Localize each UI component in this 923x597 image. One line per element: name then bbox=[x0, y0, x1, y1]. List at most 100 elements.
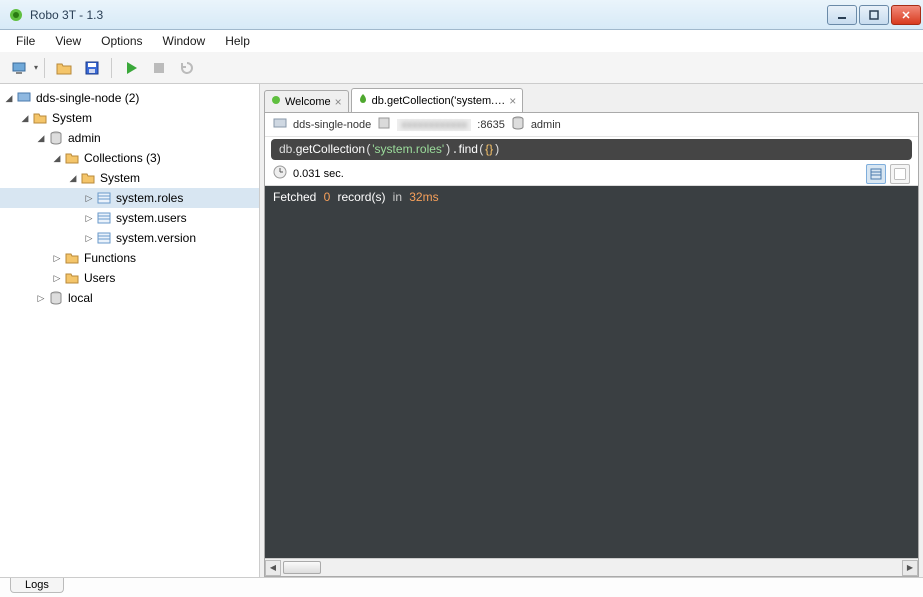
leaf-icon bbox=[271, 95, 281, 108]
app-icon bbox=[8, 7, 24, 23]
tree-label: Users bbox=[84, 271, 115, 285]
tab-welcome[interactable]: Welcome × bbox=[264, 90, 349, 112]
query-text: getCollection bbox=[296, 142, 365, 156]
close-button[interactable] bbox=[891, 5, 921, 25]
twisty-icon[interactable]: ◢ bbox=[20, 113, 30, 124]
tab-label: Welcome bbox=[285, 96, 331, 108]
database-icon bbox=[48, 130, 64, 146]
title-bar: Robo 3T - 1.3 bbox=[0, 0, 923, 30]
tab-label: db.getCollection('system.… bbox=[372, 95, 506, 107]
tab-close-icon[interactable]: × bbox=[335, 95, 342, 109]
tree-label: system.roles bbox=[116, 191, 183, 205]
maximize-button[interactable] bbox=[859, 5, 889, 25]
run-button[interactable] bbox=[118, 55, 144, 81]
twisty-icon[interactable]: ▷ bbox=[84, 193, 94, 204]
scroll-track[interactable] bbox=[281, 560, 902, 576]
twisty-icon[interactable]: ▷ bbox=[52, 273, 62, 284]
tree-connection[interactable]: ◢ dds-single-node (2) bbox=[0, 88, 259, 108]
tree-system-folder[interactable]: ◢ System bbox=[0, 108, 259, 128]
twisty-icon[interactable]: ▷ bbox=[84, 213, 94, 224]
twisty-icon[interactable]: ▷ bbox=[84, 233, 94, 244]
tree-collections[interactable]: ◢ Collections (3) bbox=[0, 148, 259, 168]
editor-tabs: Welcome × db.getCollection('system.… × bbox=[264, 88, 919, 112]
menu-help[interactable]: Help bbox=[215, 32, 260, 50]
menu-view[interactable]: View bbox=[45, 32, 91, 50]
folder-icon bbox=[32, 110, 48, 126]
tree-label: System bbox=[100, 171, 140, 185]
stop-button[interactable] bbox=[146, 55, 172, 81]
db-label: admin bbox=[531, 119, 561, 131]
collection-icon bbox=[96, 230, 112, 246]
server-icon bbox=[377, 116, 391, 133]
result-text: in bbox=[393, 190, 402, 204]
tree-label: local bbox=[68, 291, 93, 305]
tree-collection-roles[interactable]: ▷ system.roles bbox=[0, 188, 259, 208]
menu-bar: File View Options Window Help bbox=[0, 30, 923, 52]
tree-collection-version[interactable]: ▷ system.version bbox=[0, 228, 259, 248]
result-status-bar: 0.031 sec. bbox=[265, 162, 918, 186]
tree-system-subfolder[interactable]: ◢ System bbox=[0, 168, 259, 188]
connection-info-bar: dds-single-node xxxxxxxxxxxx :8635 admin bbox=[265, 113, 918, 137]
tree-label: Collections (3) bbox=[84, 151, 161, 165]
view-text-button[interactable] bbox=[890, 164, 910, 184]
tree-users[interactable]: ▷ Users bbox=[0, 268, 259, 288]
tab-query[interactable]: db.getCollection('system.… × bbox=[351, 88, 524, 112]
minimize-button[interactable] bbox=[827, 5, 857, 25]
tree-database-admin[interactable]: ◢ admin bbox=[0, 128, 259, 148]
query-text: find bbox=[459, 142, 478, 156]
query-text: db. bbox=[279, 142, 296, 156]
tab-close-icon[interactable]: × bbox=[509, 94, 516, 108]
bottom-panel-tabs: Logs bbox=[0, 577, 923, 597]
tree-label: System bbox=[52, 111, 92, 125]
execution-time: 0.031 sec. bbox=[293, 168, 344, 180]
address-blurred: xxxxxxxxxxxx bbox=[397, 119, 471, 131]
folder-icon bbox=[64, 150, 80, 166]
logs-tab[interactable]: Logs bbox=[10, 578, 64, 593]
host-icon bbox=[273, 116, 287, 133]
result-text: 0 bbox=[324, 190, 331, 204]
port-label: :8635 bbox=[477, 119, 505, 131]
collection-icon bbox=[96, 210, 112, 226]
tree-database-local[interactable]: ▷ local bbox=[0, 288, 259, 308]
clock-icon bbox=[273, 165, 287, 182]
database-icon bbox=[48, 290, 64, 306]
twisty-icon[interactable]: ◢ bbox=[52, 153, 62, 164]
connection-tree[interactable]: ◢ dds-single-node (2) ◢ System ◢ admin ◢… bbox=[0, 84, 260, 577]
menu-window[interactable]: Window bbox=[153, 32, 216, 50]
twisty-icon[interactable]: ▷ bbox=[52, 253, 62, 264]
server-icon bbox=[16, 90, 32, 106]
tree-label: system.version bbox=[116, 231, 196, 245]
result-text: record(s) bbox=[337, 190, 385, 204]
tree-label: system.users bbox=[116, 211, 187, 225]
twisty-icon[interactable]: ▷ bbox=[36, 293, 46, 304]
scroll-right-icon[interactable]: ▶ bbox=[902, 560, 918, 576]
twisty-icon[interactable]: ◢ bbox=[4, 93, 14, 104]
result-pane[interactable]: Fetched 0 record(s) in 32ms bbox=[265, 186, 918, 558]
leaf-icon bbox=[358, 94, 368, 107]
scroll-thumb[interactable] bbox=[283, 561, 321, 574]
save-button[interactable] bbox=[79, 55, 105, 81]
horizontal-scrollbar[interactable]: ◀ ▶ bbox=[265, 558, 918, 576]
rotate-button[interactable] bbox=[174, 55, 200, 81]
query-text: {} bbox=[485, 142, 493, 156]
folder-icon bbox=[64, 250, 80, 266]
twisty-icon[interactable]: ◢ bbox=[36, 133, 46, 144]
query-text: 'system.roles' bbox=[372, 142, 444, 156]
tree-collection-users[interactable]: ▷ system.users bbox=[0, 208, 259, 228]
folder-icon bbox=[80, 170, 96, 186]
host-label: dds-single-node bbox=[293, 119, 371, 131]
result-text: 32ms bbox=[409, 190, 438, 204]
connect-button[interactable] bbox=[6, 55, 32, 81]
menu-file[interactable]: File bbox=[6, 32, 45, 50]
database-icon bbox=[511, 116, 525, 133]
tree-functions[interactable]: ▷ Functions bbox=[0, 248, 259, 268]
query-editor[interactable]: db.getCollection('system.roles').find({}… bbox=[271, 139, 912, 160]
menu-options[interactable]: Options bbox=[91, 32, 152, 50]
tree-label: dds-single-node (2) bbox=[36, 91, 139, 105]
open-button[interactable] bbox=[51, 55, 77, 81]
twisty-icon[interactable]: ◢ bbox=[68, 173, 78, 184]
window-title: Robo 3T - 1.3 bbox=[30, 8, 827, 22]
scroll-left-icon[interactable]: ◀ bbox=[265, 560, 281, 576]
view-tree-button[interactable] bbox=[866, 164, 886, 184]
toolbar: ▾ bbox=[0, 52, 923, 84]
